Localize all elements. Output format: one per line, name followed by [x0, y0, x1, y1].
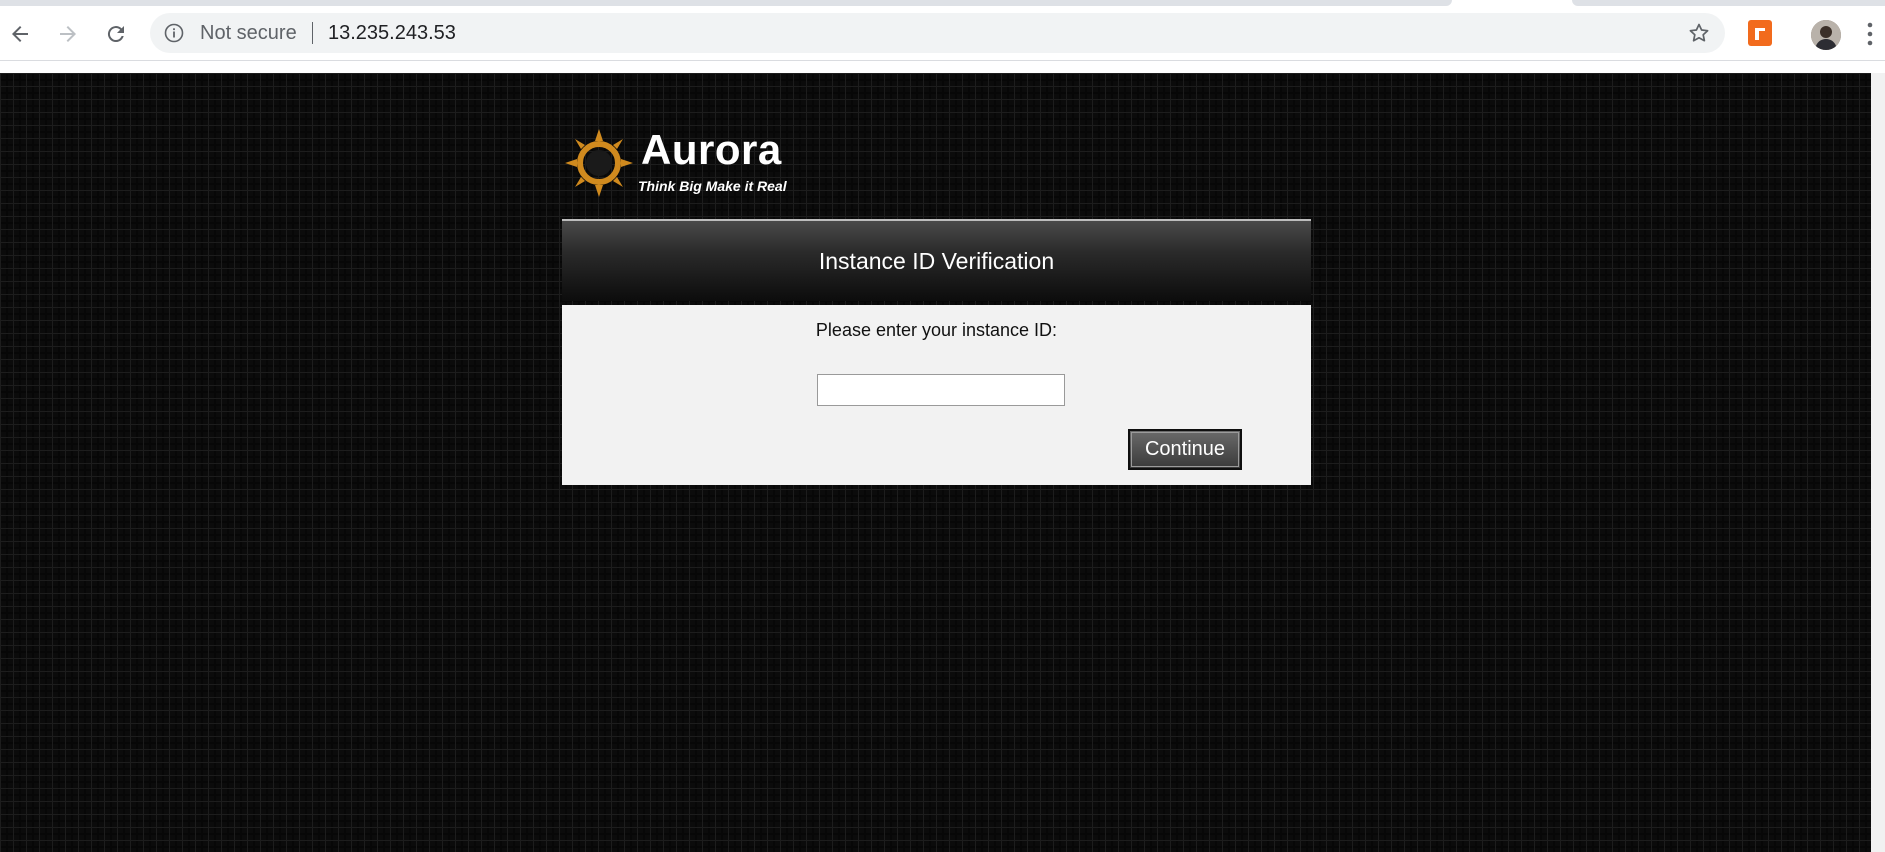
omnibox-divider — [312, 22, 313, 44]
tab-strip-left — [0, 0, 1452, 6]
forward-button[interactable] — [52, 18, 84, 50]
info-icon[interactable] — [164, 23, 184, 43]
url-text[interactable]: 13.235.243.53 — [328, 22, 456, 45]
logo-wordmark: Aurora — [641, 126, 782, 173]
instance-id-input[interactable] — [817, 374, 1065, 406]
profile-avatar[interactable] — [1811, 20, 1841, 50]
tab-strip-right — [1572, 0, 1885, 6]
forward-arrow-icon — [60, 26, 76, 42]
continue-button[interactable]: Continue — [1128, 429, 1242, 470]
menu-dots-icon[interactable] — [1866, 20, 1874, 48]
back-arrow-icon — [12, 26, 28, 42]
browser-toolbar: Not secure 13.235.243.53 — [0, 8, 1885, 61]
avatar-image — [1811, 20, 1841, 50]
dialog-header: Instance ID Verification — [562, 219, 1311, 301]
extension-glyph — [1755, 28, 1765, 40]
extension-icon[interactable] — [1748, 20, 1772, 46]
security-status-label: Not secure — [200, 22, 297, 44]
sun-logo-icon — [565, 129, 633, 197]
back-button[interactable] — [4, 18, 36, 50]
logo-tagline: Think Big Make it Real — [638, 178, 787, 194]
reload-button[interactable] — [100, 18, 132, 50]
reload-icon — [107, 26, 124, 43]
address-bar[interactable]: Not secure 13.235.243.53 — [150, 13, 1725, 53]
dialog-title: Instance ID Verification — [818, 247, 1055, 274]
verification-dialog: Instance ID Verification Please enter yo… — [562, 219, 1311, 485]
instance-id-prompt: Please enter your instance ID: — [815, 320, 1058, 340]
dialog-body: Please enter your instance ID: Continue — [562, 305, 1311, 485]
star-icon[interactable] — [1687, 21, 1711, 45]
vertical-scrollbar[interactable] — [1871, 73, 1885, 852]
